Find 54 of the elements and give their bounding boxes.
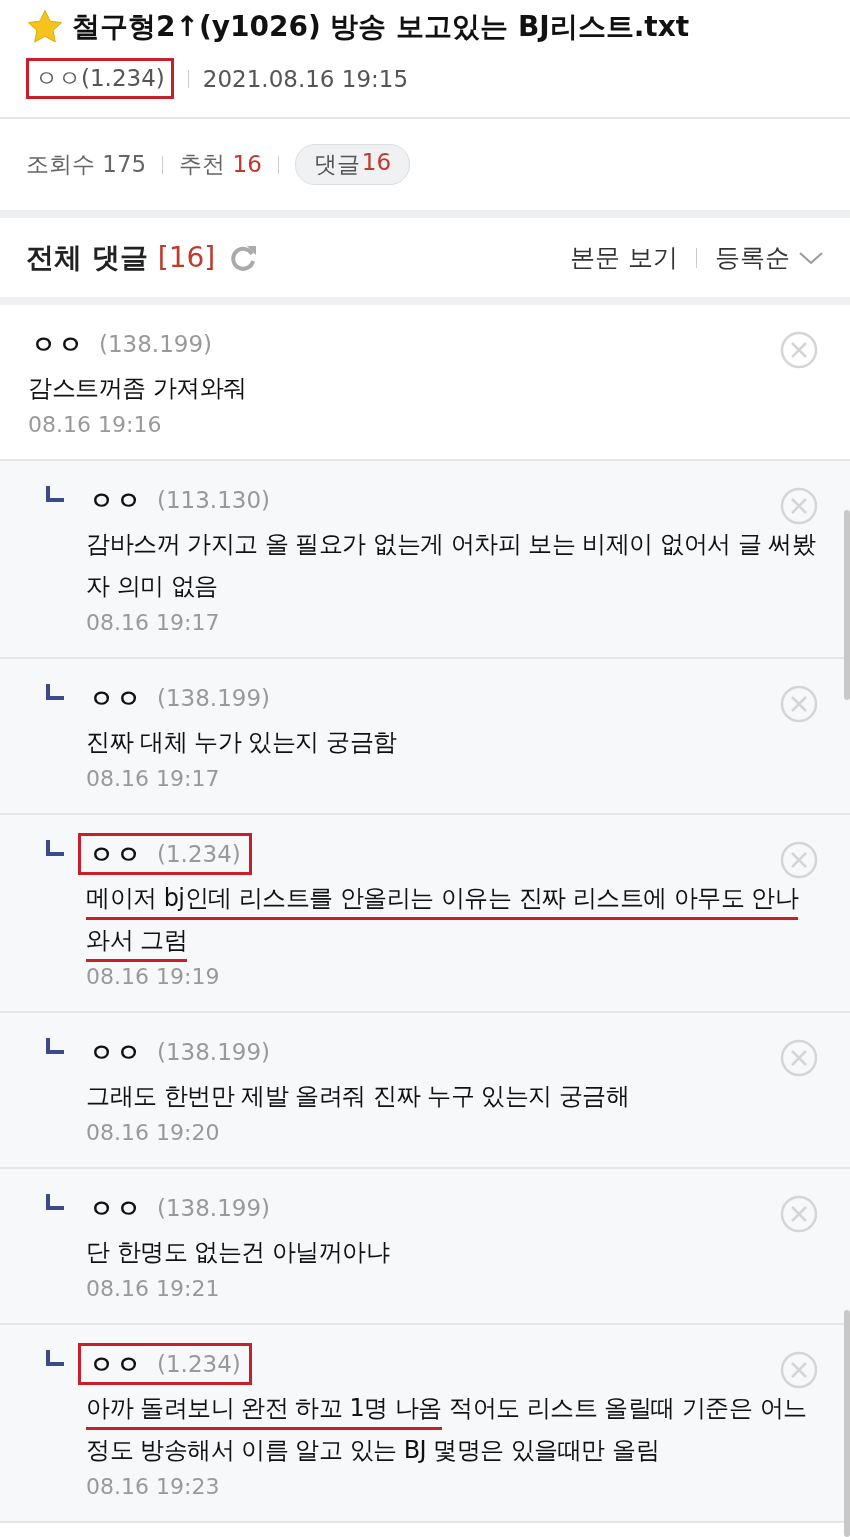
delete-icon[interactable] <box>780 841 818 879</box>
post-author: ㅇㅇ(1.234) <box>26 58 174 99</box>
comment-time: 08.16 19:19 <box>86 963 221 991</box>
comment-author: ㅇㅇ <box>89 838 143 871</box>
reply-icon <box>46 1037 66 1055</box>
comment-author: ㅇㅇ <box>89 682 143 715</box>
comment-author: ㅇㅇ <box>31 328 85 361</box>
comment-text: 단 한명도 없는건 아닐꺼아냐 <box>86 1237 390 1268</box>
comment-count: [16] <box>157 241 216 274</box>
delete-icon[interactable] <box>780 331 818 369</box>
comment-ip: (1.234) <box>157 1351 241 1377</box>
comment-time: 08.16 19:20 <box>86 1119 221 1147</box>
reply-icon <box>46 839 66 857</box>
post-date: 2021.08.16 19:15 <box>202 65 409 92</box>
comments-title: 전체 댓글 <box>26 239 148 276</box>
comment-time: 08.16 19:17 <box>86 609 221 637</box>
comment-author: ㅇㅇ <box>89 1348 143 1381</box>
comment-ip: (138.199) <box>157 1195 271 1221</box>
comment-ip: (113.130) <box>157 487 271 513</box>
scrollbar-thumb[interactable] <box>844 1310 850 1537</box>
recommend-count: 추천 16 <box>179 150 262 179</box>
comment-ip: (1.234) <box>157 841 241 867</box>
delete-icon[interactable] <box>780 1039 818 1077</box>
delete-icon[interactable] <box>780 685 818 723</box>
chevron-down-icon <box>798 249 824 266</box>
comment-ip: (138.199) <box>157 1039 271 1065</box>
comment-text: 감스트꺼좀 가져와줘 <box>28 373 247 404</box>
reply-icon <box>46 683 66 701</box>
delete-icon[interactable] <box>780 1195 818 1233</box>
comment-time: 08.16 19:17 <box>86 765 221 793</box>
comment-ip: (138.199) <box>99 331 213 357</box>
comment-time: 08.16 19:21 <box>86 1275 221 1303</box>
reply-icon <box>46 485 66 503</box>
comment-author: ㅇㅇ <box>89 484 143 517</box>
delete-icon[interactable] <box>780 1351 818 1389</box>
comment-author: ㅇㅇ <box>89 1192 143 1225</box>
comment-text: 아까 돌려보니 완전 하꼬 1명 나옴 적어도 리스트 올릴때 기준은 어느정도 방송해서 이름 알고 있는 BJ 몇명은 있을때만 올림 <box>86 1393 808 1466</box>
view-count: 조회수 175 <box>26 150 147 179</box>
comment-author: ㅇㅇ <box>89 1036 143 1069</box>
delete-icon[interactable] <box>780 487 818 525</box>
scrollbar-thumb[interactable] <box>844 510 850 700</box>
comment-text: 진짜 대체 누가 있는지 궁금함 <box>86 727 397 758</box>
view-post-link[interactable]: 본문 보기 <box>570 241 678 274</box>
comment-text: 감바스꺼 가지고 올 필요가 없는게 어차피 보는 비제이 없어서 글 써봤자 의미 없음 <box>86 529 817 602</box>
comment-time: 08.16 19:23 <box>86 1473 221 1501</box>
sort-dropdown[interactable]: 등록순 <box>715 241 824 274</box>
comment-time: 08.16 19:16 <box>28 411 163 439</box>
reply-icon <box>46 1193 66 1211</box>
comment-ip: (138.199) <box>157 685 271 711</box>
comment-text: 그래도 한번만 제발 올려줘 진짜 누구 있는지 궁금해 <box>86 1081 630 1112</box>
post-title: 철구형2↑(y1026) 방송 보고있는 BJ리스트.txt <box>72 9 690 45</box>
reply-icon <box>46 1349 66 1367</box>
comment-text: 메이저 bj인데 리스트를 안올리는 이유는 진짜 리스트에 아무도 안나와서 그럼 <box>86 877 820 961</box>
comment-count-button[interactable]: 댓글 16 <box>294 144 411 185</box>
